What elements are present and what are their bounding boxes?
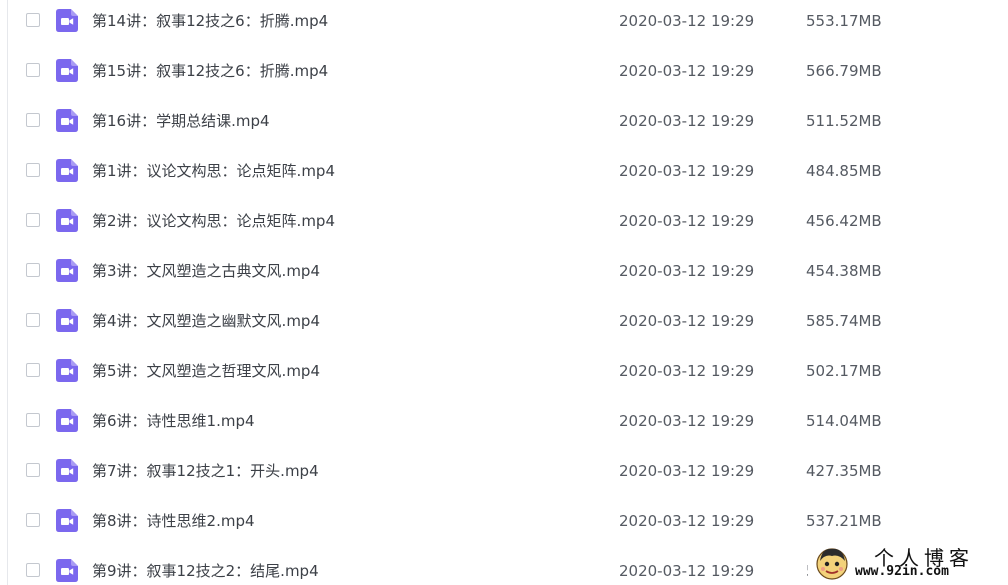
row-checkbox[interactable] xyxy=(26,263,40,277)
video-file-icon xyxy=(56,309,78,332)
file-size: 502.17MB xyxy=(806,362,882,380)
file-row[interactable]: 第3讲：文风塑造之古典文风.mp4 2020-03-12 19:29 454.3… xyxy=(8,250,1008,300)
file-row[interactable]: 第4讲：文风塑造之幽默文风.mp4 2020-03-12 19:29 585.7… xyxy=(8,300,1008,350)
file-row[interactable]: 第1讲：议论文构思：论点矩阵.mp4 2020-03-12 19:29 484.… xyxy=(8,150,1008,200)
file-size: 537.21MB xyxy=(806,512,882,530)
file-date: 2020-03-12 19:29 xyxy=(619,12,755,30)
file-date: 2020-03-12 19:29 xyxy=(619,312,755,330)
file-name[interactable]: 第16讲：学期总结课.mp4 xyxy=(92,111,270,131)
file-date: 2020-03-12 19:29 xyxy=(619,512,755,530)
file-date: 2020-03-12 19:29 xyxy=(619,412,755,430)
avatar-icon xyxy=(816,548,848,580)
video-file-icon xyxy=(56,459,78,482)
row-checkbox[interactable] xyxy=(26,463,40,477)
file-size: 514.04MB xyxy=(806,412,882,430)
row-checkbox[interactable] xyxy=(26,563,40,577)
file-size: 454.38MB xyxy=(806,262,882,280)
file-row[interactable]: 第2讲：议论文构思：论点矩阵.mp4 2020-03-12 19:29 456.… xyxy=(8,200,1008,250)
file-row[interactable]: 第5讲：文风塑造之哲理文风.mp4 2020-03-12 19:29 502.1… xyxy=(8,350,1008,400)
row-checkbox[interactable] xyxy=(26,63,40,77)
file-size: 585.74MB xyxy=(806,312,882,330)
file-name[interactable]: 第15讲：叙事12技之6：折腾.mp4 xyxy=(92,61,328,81)
video-file-icon xyxy=(56,359,78,382)
file-row[interactable]: 第15讲：叙事12技之6：折腾.mp4 2020-03-12 19:29 566… xyxy=(8,50,1008,100)
row-checkbox[interactable] xyxy=(26,213,40,227)
file-browser: 第14讲：叙事12技之6：折腾.mp4 2020-03-12 19:29 553… xyxy=(0,0,1008,585)
file-row[interactable]: 第7讲：叙事12技之1：开头.mp4 2020-03-12 19:29 427.… xyxy=(8,450,1008,500)
row-checkbox[interactable] xyxy=(26,513,40,527)
file-name[interactable]: 第1讲：议论文构思：论点矩阵.mp4 xyxy=(92,161,335,181)
file-date: 2020-03-12 19:29 xyxy=(619,162,755,180)
file-size: 553.17MB xyxy=(806,12,882,30)
file-name[interactable]: 第9讲：叙事12技之2：结尾.mp4 xyxy=(92,561,319,581)
video-file-icon xyxy=(56,509,78,532)
video-file-icon xyxy=(56,559,78,582)
video-file-icon xyxy=(56,259,78,282)
file-date: 2020-03-12 19:29 xyxy=(619,562,755,580)
file-name[interactable]: 第6讲：诗性思维1.mp4 xyxy=(92,411,255,431)
file-name[interactable]: 第8讲：诗性思维2.mp4 xyxy=(92,511,255,531)
video-file-icon xyxy=(56,409,78,432)
video-file-icon xyxy=(56,9,78,32)
file-row[interactable]: 第14讲：叙事12技之6：折腾.mp4 2020-03-12 19:29 553… xyxy=(8,0,1008,50)
row-checkbox[interactable] xyxy=(26,13,40,27)
file-date: 2020-03-12 19:29 xyxy=(619,362,755,380)
watermark-url: www.92in.com xyxy=(855,564,949,579)
file-row[interactable]: 第6讲：诗性思维1.mp4 2020-03-12 19:29 514.04MB xyxy=(8,400,1008,450)
file-date: 2020-03-12 19:29 xyxy=(619,462,755,480)
file-date: 2020-03-12 19:29 xyxy=(619,62,755,80)
row-checkbox[interactable] xyxy=(26,363,40,377)
video-file-icon xyxy=(56,59,78,82)
file-name[interactable]: 第14讲：叙事12技之6：折腾.mp4 xyxy=(92,11,328,31)
row-checkbox[interactable] xyxy=(26,113,40,127)
file-name[interactable]: 第5讲：文风塑造之哲理文风.mp4 xyxy=(92,361,320,381)
file-row[interactable]: 第16讲：学期总结课.mp4 2020-03-12 19:29 511.52MB xyxy=(8,100,1008,150)
file-name[interactable]: 第7讲：叙事12技之1：开头.mp4 xyxy=(92,461,319,481)
file-size: 427.35MB xyxy=(806,462,882,480)
video-file-icon xyxy=(56,109,78,132)
row-checkbox[interactable] xyxy=(26,313,40,327)
file-date: 2020-03-12 19:29 xyxy=(619,212,755,230)
file-date: 2020-03-12 19:29 xyxy=(619,262,755,280)
video-file-icon xyxy=(56,209,78,232)
row-checkbox[interactable] xyxy=(26,413,40,427)
row-checkbox[interactable] xyxy=(26,163,40,177)
video-file-icon xyxy=(56,159,78,182)
file-name[interactable]: 第4讲：文风塑造之幽默文风.mp4 xyxy=(92,311,320,331)
file-size: 511.52MB xyxy=(806,112,882,130)
file-name[interactable]: 第2讲：议论文构思：论点矩阵.mp4 xyxy=(92,211,335,231)
file-list: 第14讲：叙事12技之6：折腾.mp4 2020-03-12 19:29 553… xyxy=(8,0,1008,585)
file-size: 456.42MB xyxy=(806,212,882,230)
watermark: 个人博客 www.92in.com xyxy=(808,541,1000,585)
file-name[interactable]: 第3讲：文风塑造之古典文风.mp4 xyxy=(92,261,320,281)
file-size: 566.79MB xyxy=(806,62,882,80)
file-size: 484.85MB xyxy=(806,162,882,180)
file-date: 2020-03-12 19:29 xyxy=(619,112,755,130)
